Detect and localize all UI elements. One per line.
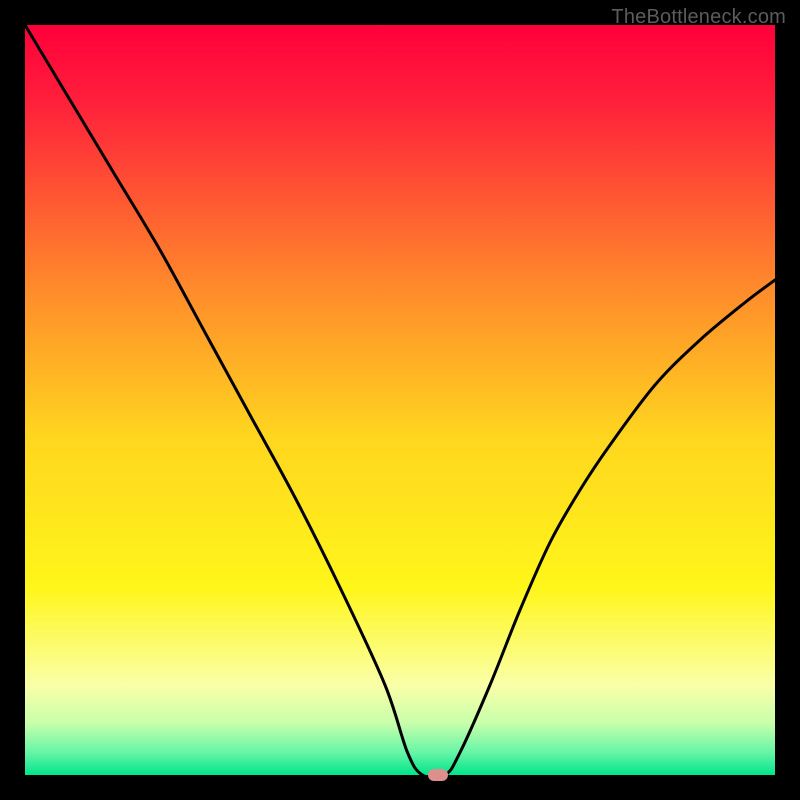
plot-area (25, 25, 775, 775)
gradient-background (25, 25, 775, 775)
chart-svg (25, 25, 775, 775)
chart-frame: TheBottleneck.com (0, 0, 800, 800)
optimal-point-marker (428, 769, 448, 781)
